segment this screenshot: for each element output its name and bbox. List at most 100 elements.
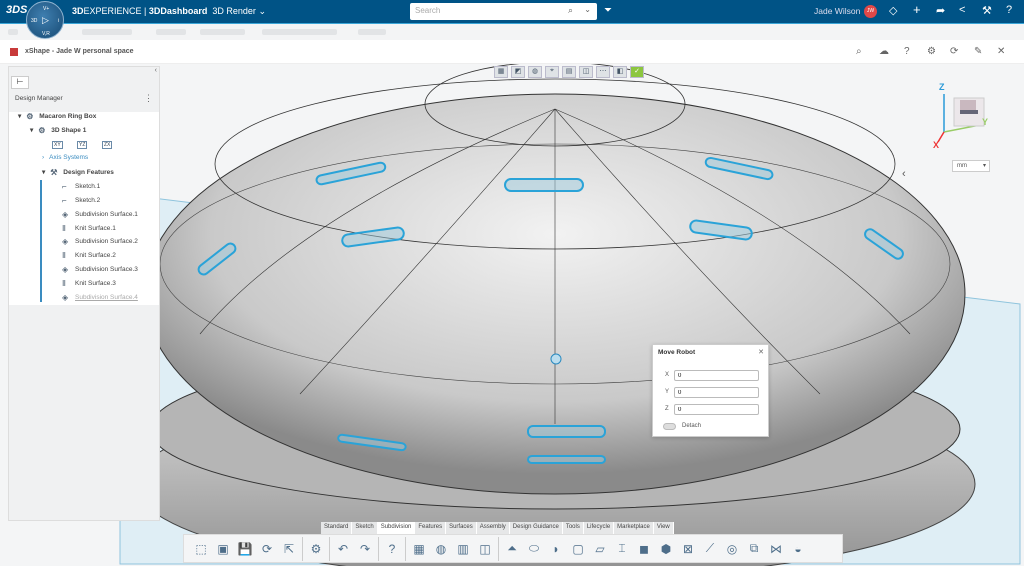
refresh-icon[interactable]: ⟳ [950, 46, 958, 57]
lattice-icon[interactable]: ▥ [454, 540, 472, 558]
tree-item[interactable]: ▾ ⚙ Macaron Ring Box [18, 112, 96, 121]
menu-icon[interactable] [8, 29, 18, 35]
tree-tab[interactable]: ⊢ [11, 76, 29, 89]
sphere-icon[interactable]: ◍ [528, 66, 542, 78]
export-icon[interactable]: ⇱ [280, 540, 298, 558]
tree-scroll-line[interactable] [40, 180, 42, 302]
mesh-icon[interactable]: ▤ [562, 66, 576, 78]
compass-widget[interactable]: V+ 3D ▷ i V,R [26, 1, 64, 39]
search-icon[interactable]: ⌕ [568, 5, 573, 16]
ds-logo[interactable]: 3DS [6, 4, 27, 16]
more-options-icon[interactable]: ⋮ [144, 93, 153, 104]
tree-item[interactable]: ◈ Subdivision Surface.2 [62, 237, 138, 246]
sweep-icon[interactable]: ⟋ [701, 540, 719, 558]
dashboard-select[interactable]: 3D Render [212, 6, 256, 16]
z-input[interactable] [674, 404, 759, 415]
plane-yz-icon[interactable]: YZ [77, 141, 88, 149]
tree-item[interactable]: ▾ ⚒ Design Features [42, 168, 114, 177]
notification-icon[interactable]: ◇ [889, 4, 897, 17]
dashboard-tab[interactable] [156, 29, 186, 35]
cube-icon[interactable]: ◫ [579, 66, 593, 78]
box-icon[interactable]: ◫ [476, 540, 494, 558]
y-input[interactable] [674, 387, 759, 398]
gear-icon[interactable]: ⚙ [927, 46, 936, 57]
compass-right[interactable]: i [58, 18, 59, 24]
plane-icon[interactable]: ▱ [591, 540, 609, 558]
more-icon[interactable]: ⋯ [596, 66, 610, 78]
pin-icon[interactable]: ✎ [974, 46, 982, 57]
close-icon[interactable]: ✕ [758, 348, 764, 356]
plane-zx-icon[interactable]: ZX [102, 141, 113, 149]
tree-item[interactable]: ◈ Subdivision Surface.4 [62, 293, 138, 302]
dashboard-tab[interactable] [358, 29, 386, 35]
plane-xy-icon[interactable]: XY [52, 141, 63, 149]
tree-item[interactable]: ◈ Subdivision Surface.1 [62, 210, 138, 219]
x-input[interactable] [674, 370, 759, 381]
play-icon[interactable]: ▷ [42, 15, 49, 26]
tab-surfaces[interactable]: Surfaces [446, 522, 477, 534]
delete-icon[interactable]: ⊠ [679, 540, 697, 558]
expand-arrow-icon[interactable]: ▾ [42, 169, 45, 176]
help-icon[interactable]: ? [383, 540, 401, 558]
compass-left[interactable]: 3D [31, 18, 37, 24]
tree-item[interactable]: ⌐ Sketch.1 [62, 182, 100, 191]
settings-icon[interactable]: ⚙ [307, 540, 325, 558]
dashboard-tab[interactable] [82, 29, 132, 35]
cylinder-icon[interactable]: ⬭ [525, 540, 543, 558]
help-icon[interactable]: ? [1006, 4, 1012, 16]
sphere-icon[interactable]: ◍ [432, 540, 450, 558]
cloud-icon[interactable]: ☁ [879, 46, 889, 57]
redo-icon[interactable]: ↷ [356, 540, 374, 558]
tab-sketch[interactable]: Sketch [352, 522, 378, 534]
expand-arrow-icon[interactable]: ▾ [30, 127, 33, 134]
search-input[interactable]: Search ⌕ ⌄ [410, 3, 597, 20]
add-icon[interactable]: + [913, 2, 921, 17]
cap-icon[interactable]: ◒ [789, 540, 807, 558]
grid-icon[interactable]: ▦ [410, 540, 428, 558]
search-icon[interactable]: ⌕ [856, 46, 862, 57]
collapse-left-icon[interactable]: ‹ [155, 67, 157, 74]
bridge-icon[interactable]: ⌶ [613, 540, 631, 558]
help-icon[interactable]: ? [904, 46, 910, 57]
chevron-down-icon[interactable]: ▾ [983, 162, 986, 169]
cube-icon[interactable]: ▣ [214, 540, 232, 558]
tree-item[interactable]: › Axis Systems [42, 154, 88, 161]
avatar[interactable]: JW [864, 5, 877, 18]
robot-icon[interactable]: ⌖ [545, 66, 559, 78]
compass-bottom[interactable]: V,R [42, 31, 50, 37]
tree-item[interactable]: ▾ ⚙ 3D Shape 1 [30, 126, 86, 135]
tree-item[interactable]: ◈ Subdivision Surface.3 [62, 265, 138, 274]
check-icon[interactable]: ✓ [630, 66, 644, 78]
tree-item[interactable]: Ⅱ Knit Surface.3 [62, 279, 116, 288]
display-icon[interactable]: ◧ [613, 66, 627, 78]
tab-features[interactable]: Features [415, 522, 447, 534]
tools-icon[interactable]: ⚒ [982, 4, 992, 17]
dashboard-tab[interactable] [200, 29, 245, 35]
close-icon[interactable]: ✕ [997, 46, 1005, 57]
collapse-right-icon[interactable]: ‹ [902, 168, 906, 180]
dashboard-tab[interactable] [262, 29, 337, 35]
share-icon[interactable]: ➦ [936, 4, 945, 17]
solid-icon[interactable]: ⬢ [657, 540, 675, 558]
tab-subdivision[interactable]: Subdivision [377, 522, 416, 534]
tab-marketplace[interactable]: Marketplace [614, 522, 654, 534]
chevron-down-icon[interactable]: ⌄ [584, 5, 591, 14]
user-name[interactable]: Jade Wilson [814, 6, 860, 16]
tab-assembly[interactable]: Assembly [476, 522, 510, 534]
tree-item[interactable]: Ⅱ Knit Surface.1 [62, 224, 116, 233]
tag-icon[interactable]: ⏷ [604, 5, 612, 16]
chevron-down-icon[interactable]: ⌄ [258, 6, 266, 16]
globe-icon[interactable]: ◎ [723, 540, 741, 558]
symmetry-icon[interactable]: ⋈ [767, 540, 785, 558]
edit-icon[interactable]: ◩ [511, 66, 525, 78]
axis-compass[interactable]: Z Y X [930, 80, 990, 150]
tree-item[interactable]: Ⅱ Knit Surface.2 [62, 251, 116, 260]
select-icon[interactable]: ⬚ [192, 540, 210, 558]
tree-item[interactable]: ⌐ Sketch.2 [62, 196, 100, 205]
tab-tools[interactable]: Tools [562, 522, 584, 534]
update-icon[interactable]: ⟳ [258, 540, 276, 558]
expand-arrow-icon[interactable]: › [42, 154, 44, 161]
network-icon[interactable]: < [959, 4, 965, 16]
tab-view[interactable]: View [653, 522, 674, 534]
tab-lifecycle[interactable]: Lifecycle [583, 522, 615, 534]
